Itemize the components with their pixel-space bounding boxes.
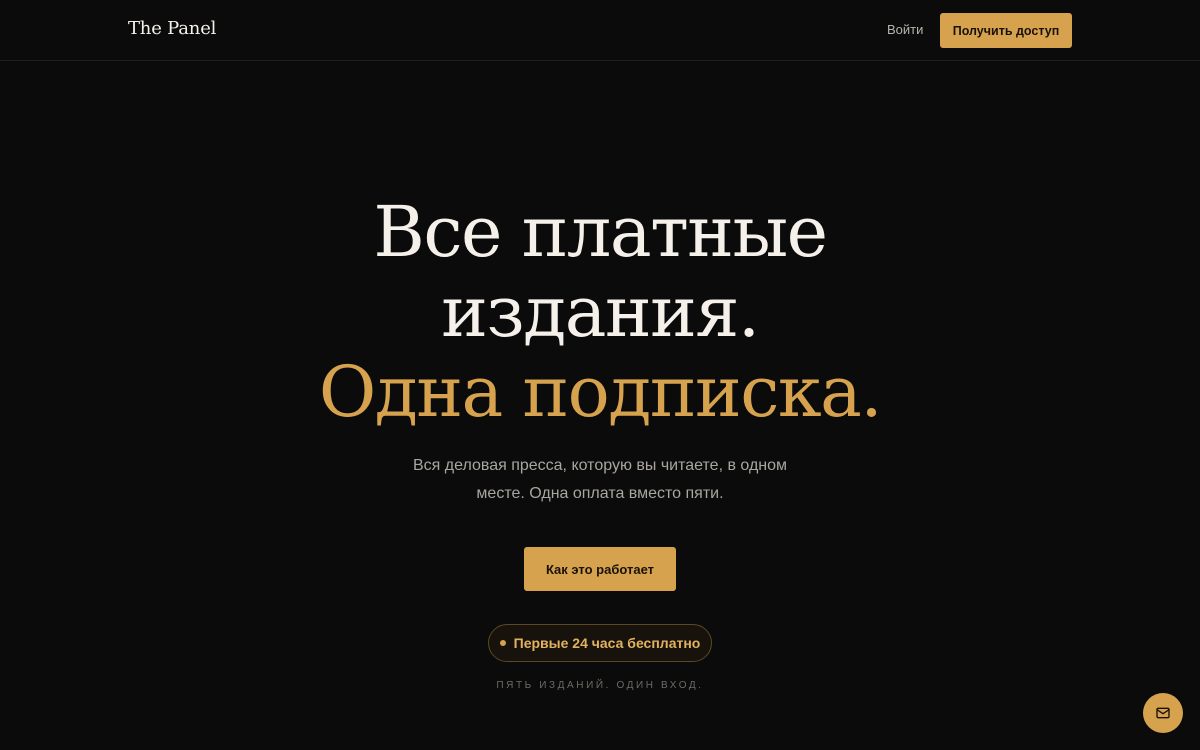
free-trial-badge-label: Первые 24 часа бесплатно bbox=[513, 635, 701, 651]
free-trial-badge: Первые 24 часа бесплатно bbox=[488, 624, 712, 662]
hero-title-line-1: Все платные bbox=[373, 191, 828, 273]
mail-icon bbox=[1155, 705, 1171, 721]
brand-logo[interactable]: The Panel bbox=[128, 18, 216, 39]
hero-subtitle: Вся деловая пресса, которую вы читаете, … bbox=[412, 457, 788, 502]
get-access-button[interactable]: Получить доступ bbox=[940, 13, 1072, 48]
dot-icon bbox=[499, 640, 506, 646]
site-header: The Panel Войти Получить доступ bbox=[0, 0, 1200, 61]
login-link[interactable]: Войти bbox=[887, 22, 923, 37]
hero-tagline: ПЯТЬ ИЗДАНИЙ. ОДИН ВХОД. bbox=[496, 680, 704, 691]
hero-title-accent-line: Одна подписка. bbox=[318, 351, 883, 433]
contact-button[interactable] bbox=[1143, 693, 1183, 733]
how-it-works-button[interactable]: Как это работает bbox=[524, 547, 676, 591]
hero-title-line-2: издания. bbox=[441, 271, 760, 353]
